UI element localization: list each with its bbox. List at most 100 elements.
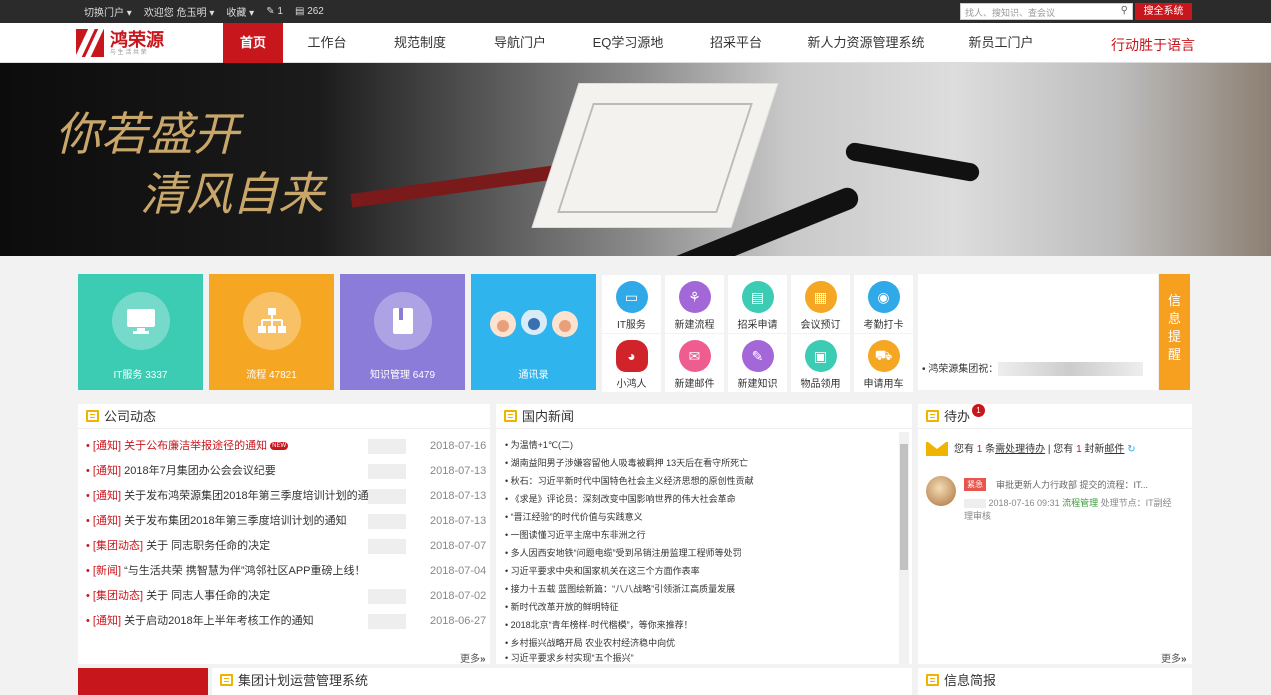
logo-sub: 与 生 活 共 荣 <box>110 49 147 56</box>
nav-home[interactable]: 首页 <box>223 23 283 63</box>
news-row[interactable]: • 湖南益阳男子涉嫌容留他人吸毒被羁押 13天后在看守所死亡 <box>505 454 748 472</box>
news-row[interactable]: • 多人因西安地铁“问题电缆”受到吊销注册监理工程师等处罚 <box>505 544 742 562</box>
news-row[interactable]: • 秋石：习近平新时代中国特色社会主义经济思想的原创性贡献 <box>505 472 754 490</box>
todo-link[interactable]: 需处理待办 <box>995 444 1045 455</box>
tile-knowledge[interactable]: 知识管理 6479 <box>340 274 465 390</box>
plan-image[interactable] <box>78 668 208 695</box>
edit-count[interactable]: ✎ 1 <box>266 6 283 17</box>
monitor-icon: ▭ <box>615 281 648 313</box>
search-all-button[interactable]: 搜全系统 <box>1135 3 1192 20</box>
news-row[interactable]: • 乡村振兴战略开局 农业农村经济稳中向优 <box>505 634 675 652</box>
tile-contacts[interactable]: 通讯录 <box>471 274 596 390</box>
news-scrollbar[interactable] <box>899 432 909 664</box>
chat-icon: ▣ <box>804 340 837 372</box>
news-row[interactable]: • [通知] 关于发布集团2018年第三季度培训计划的通知 2018-07-13 <box>86 509 486 534</box>
news-row[interactable]: • [通知] 关于启动2018年上半年考核工作的通知 2018-06-27 <box>86 609 486 634</box>
redacted-block <box>998 362 1144 377</box>
nav-portal-nav[interactable]: 导航门户 <box>485 23 555 63</box>
note-icon: ✎ <box>741 340 774 372</box>
news-row[interactable]: • 为温情+1℃(二) <box>505 436 573 454</box>
location-icon: ◉ <box>867 281 900 313</box>
more-link[interactable]: 更多» <box>1161 650 1187 665</box>
nav-workbench[interactable]: 工作台 <box>300 23 354 63</box>
logo[interactable]: 鸿荣源与 生 活 共 荣 <box>76 29 164 57</box>
info-reminder-tab[interactable]: 信息提醒 <box>1159 274 1190 390</box>
logo-mark <box>76 29 104 57</box>
slogan: 行动胜于语言 <box>1111 37 1195 53</box>
list-icon <box>86 410 99 422</box>
mail-link[interactable]: 邮件 <box>1104 444 1124 455</box>
news-row[interactable]: • “晋江经验”的时代价值与实践意义 <box>505 508 643 526</box>
nav-hr-system[interactable]: 新人力资源管理系统 <box>805 23 927 63</box>
news-row[interactable]: • [通知] 关于发布鸿荣源集团2018年第三季度培训计划的通知 2018-07-… <box>86 484 486 509</box>
nav-eq-learning[interactable]: EQ学习源地 <box>588 23 668 63</box>
refresh-icon[interactable]: ↻ <box>1127 444 1135 455</box>
tile-label: 通讯录 <box>518 370 549 381</box>
quick-new-process[interactable]: ⚘ 新建流程 <box>665 275 724 333</box>
news-row[interactable]: • 新时代改革开放的鲜明特征 <box>505 598 619 616</box>
news-row[interactable]: • [集团动态] 关于 同志职务任命的决定 2018-07-07 <box>86 534 486 559</box>
quick-label: IT服务 <box>617 320 646 331</box>
news-row[interactable]: • [通知] 2018年7月集团办公会会议纪要 2018-07-13 <box>86 459 486 484</box>
quick-label: 新建邮件 <box>674 379 715 390</box>
avatar <box>926 476 956 506</box>
more-link[interactable]: 更多» <box>460 650 486 665</box>
news-row[interactable]: • 接力十五载 蓝图绘新篇：“八八战略”引领浙江高质量发展 <box>505 580 735 598</box>
document-icon: ▤ <box>294 6 305 17</box>
todo-item-title: 审批更新人力行政部 提交的流程：IT... <box>996 480 1149 490</box>
news-row[interactable]: • [集团动态] 关于 同志人事任命的决定 2018-07-02 <box>86 584 486 609</box>
nav-new-employee[interactable]: 新员工门户 <box>963 23 1039 63</box>
doc-icon: ▤ <box>741 281 774 313</box>
quick-it-service[interactable]: ▭ IT服务 <box>602 275 661 333</box>
banner[interactable]: 你若盛开 清风自来 <box>0 63 1271 256</box>
switch-portal-menu[interactable]: 切换门户 ▾ <box>84 4 132 19</box>
news-row[interactable]: • [新闻] “与生活共荣 携智慧为伴”鸿邻社区APP重磅上线！ 2018-07-… <box>86 559 486 584</box>
todo-item[interactable]: 紧急 审批更新人力行政部 提交的流程：IT... 2018-07-16 09:3… <box>926 476 1188 522</box>
quick-label: 新建知识 <box>737 379 778 390</box>
new-badge: NEW <box>270 442 289 451</box>
todo-summary: 您有 1 条需处理待办 | 您有 1 封新邮件 ↻ <box>926 440 1136 457</box>
doc-count[interactable]: ▤ 262 <box>295 6 324 17</box>
domestic-news-panel: 国内新闻 • 为温情+1℃(二) • 湖南益阳男子涉嫌容留他人吸毒被羁押 13天… <box>496 404 912 664</box>
quick-label: 申请用车 <box>863 379 904 390</box>
todo-badge: 1 <box>972 404 986 417</box>
panel-header: 待办 1 <box>918 404 1192 429</box>
quick-new-mail[interactable]: ✉ 新建邮件 <box>665 334 724 392</box>
news-row[interactable]: • 《求是》评论员：深刻改变中国影响世界的伟大社会革命 <box>505 490 736 508</box>
search-input[interactable]: 找人、搜知识、查会议 ⚲ <box>960 3 1133 20</box>
quick-new-knowledge[interactable]: ✎ 新建知识 <box>728 334 787 392</box>
search-icon[interactable]: ⚲ <box>1121 5 1128 16</box>
brief-panel: 信息简报 <box>918 668 1192 695</box>
quick-label: 考勤打卡 <box>863 320 904 331</box>
news-row[interactable]: • 2018北京“青年榜样·时代楷模”，等你来推荐！ <box>505 616 693 634</box>
quick-meeting[interactable]: ▦ 会议预订 <box>791 275 850 333</box>
tile-process[interactable]: 流程 47821 <box>209 274 334 390</box>
nav-regulations[interactable]: 规范制度 <box>387 23 453 63</box>
list-icon <box>220 674 233 686</box>
quick-car[interactable]: ⛟ 申请用车 <box>854 334 913 392</box>
quick-attendance[interactable]: ◉ 考勤打卡 <box>854 275 913 333</box>
banner-line-1: 你若盛开 <box>55 107 239 161</box>
info-line[interactable]: • 鸿荣源集团祝： <box>922 360 1144 377</box>
panel-header: 国内新闻 <box>496 404 912 429</box>
nav-procurement[interactable]: 招采平台 <box>703 23 769 63</box>
logo-name: 鸿荣源 <box>110 29 164 50</box>
news-row[interactable]: • [通知] 关于公布廉洁举报途径的通知 NEW 2018-07-16 <box>86 434 486 459</box>
org-chart-icon <box>243 292 301 350</box>
news-row[interactable]: • 一图读懂习近平主席中东非洲之行 <box>505 526 646 544</box>
news-row[interactable]: • 习近平要求中央和国家机关在这三个方面作表率 <box>505 562 700 580</box>
quick-mascot[interactable]: ◕ 小鸿人 <box>602 334 661 392</box>
user-menu[interactable]: 危玉明 ▾ <box>177 8 215 19</box>
company-news-panel: 公司动态 • [通知] 关于公布廉洁举报途径的通知 NEW 2018-07-16 … <box>78 404 490 665</box>
urgent-badge: 紧急 <box>964 478 986 491</box>
banner-pen-cap <box>844 141 981 183</box>
top-bar: 切换门户 ▾ 欢迎您 危玉明 ▾ 收藏 ▾ ✎ 1 ▤ 262 找人、搜知识、查… <box>0 0 1271 23</box>
scrollbar-thumb[interactable] <box>900 444 908 570</box>
quick-supplies[interactable]: ▣ 物品领用 <box>791 334 850 392</box>
quick-procurement[interactable]: ▤ 招采申请 <box>728 275 787 333</box>
panel-header: 集团计划运营管理系统 <box>212 668 912 693</box>
tile-it-service[interactable]: IT服务 3337 <box>78 274 203 390</box>
news-row[interactable]: • 习近平要求乡村实现“五个振兴” <box>505 652 634 664</box>
favorites-menu[interactable]: 收藏 ▾ <box>226 4 254 19</box>
car-icon: ⛟ <box>867 340 900 372</box>
